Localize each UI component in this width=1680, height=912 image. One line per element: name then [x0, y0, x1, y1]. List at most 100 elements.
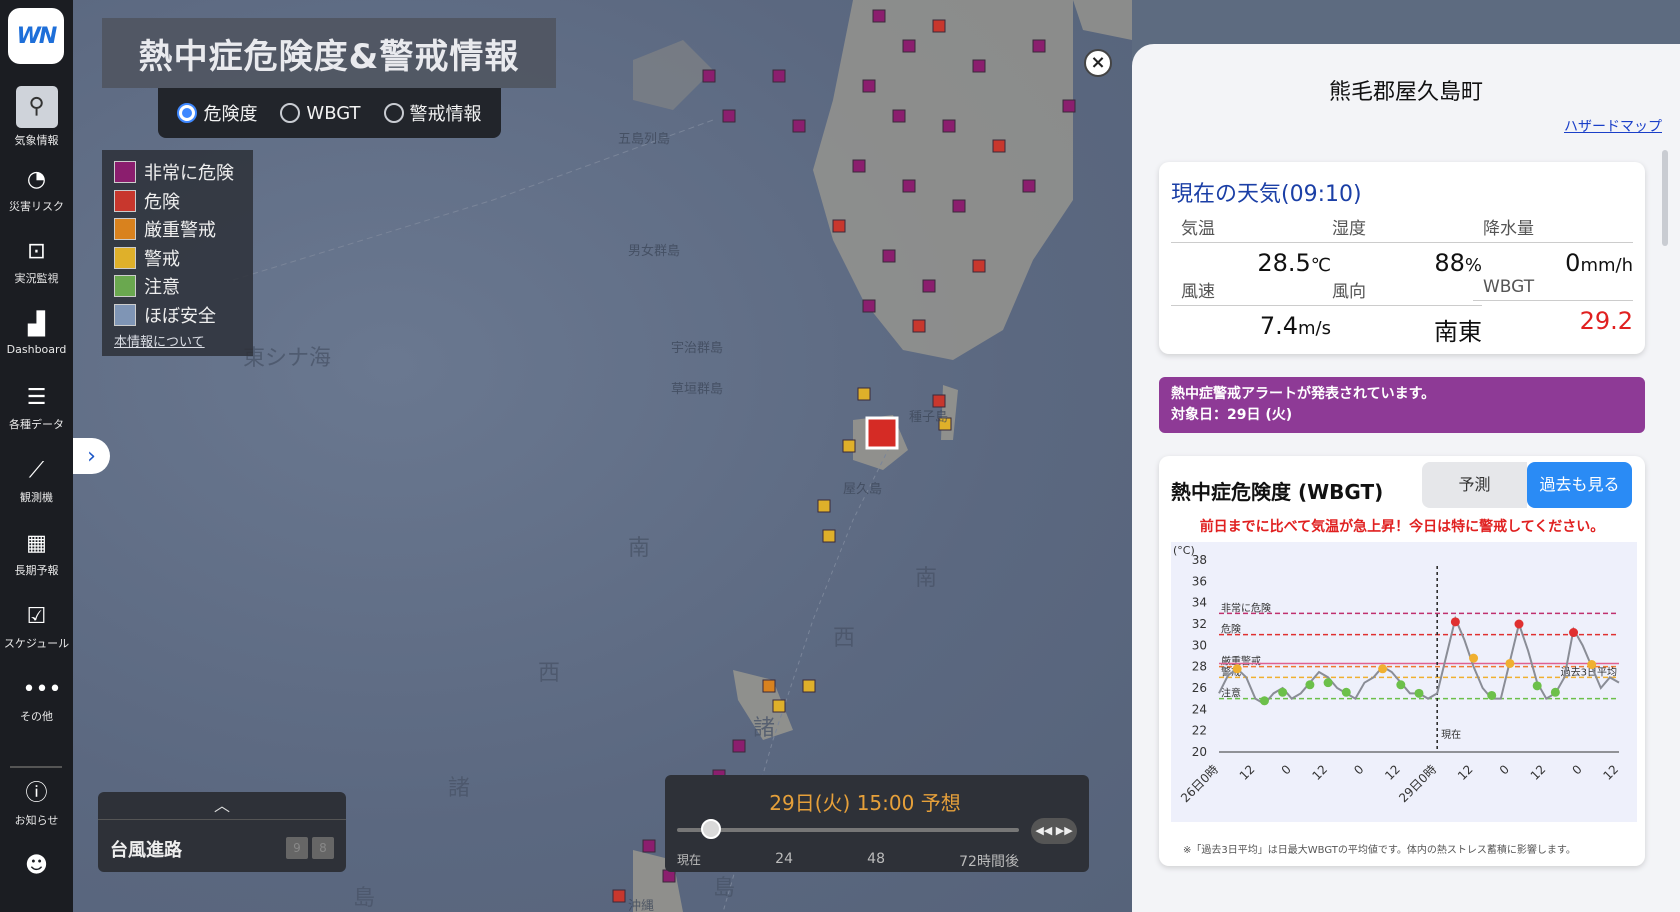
threshold-label: 厳重警戒: [1221, 655, 1261, 668]
wbgt-data-point: [1569, 628, 1579, 638]
place-label: 五島列島: [618, 132, 671, 147]
close-icon: ×: [1090, 52, 1106, 73]
now-label: 現在: [1441, 729, 1461, 741]
mode-radio-risk[interactable]: 危険度: [177, 100, 257, 126]
forecast-tab[interactable]: 予測: [1422, 462, 1527, 508]
nav-item-notice[interactable]: ⓘ お知らせ: [0, 780, 73, 828]
gauge-icon: ◔: [26, 167, 47, 192]
hazard-map-link[interactable]: ハザードマップ: [1564, 116, 1662, 136]
wbgt-data-point: [1450, 617, 1460, 627]
side-nav: WN ⚲ 気象情報 ◔ 災害リスク ⊡ 実況監視 ▟ Dashboard ☰ 各…: [0, 0, 73, 912]
weather-cell-precip: 降水量 0mm/h: [1473, 214, 1633, 277]
time-ticks: 現在 24 48 72時間後: [677, 851, 1019, 871]
legend-label: 注意: [144, 277, 180, 299]
step-buttons[interactable]: ◀◀ ▶▶: [1031, 818, 1077, 844]
wbgt-data-point: [1414, 688, 1424, 698]
nav-item-weather[interactable]: ⚲ 気象情報: [0, 86, 73, 148]
nav-item-long-forecast[interactable]: ▦ 長期予報: [0, 530, 73, 578]
threshold-label: 危険: [1221, 624, 1241, 636]
wbgt-data-point: [1259, 696, 1269, 706]
legend-item: ほぼ安全: [114, 301, 241, 330]
legend-swatch: [114, 246, 136, 269]
radio-dot: [383, 103, 404, 123]
legend-item: 注意: [114, 272, 241, 301]
alert-line: 熱中症警戒アラートが発表されています。: [1171, 386, 1436, 402]
nav-item-dashboard[interactable]: ▟ Dashboard: [0, 311, 73, 356]
bar-chart-icon: ▟: [28, 312, 45, 337]
info-icon: ⓘ: [25, 781, 48, 806]
typhoon-number-button[interactable]: 8: [312, 837, 334, 859]
logo-text: WN: [16, 23, 58, 49]
nav-label: 災害リスク: [9, 200, 64, 213]
chevron-up-icon[interactable]: ︿: [98, 792, 346, 820]
app-logo[interactable]: WN: [8, 8, 64, 64]
time-tick: 現在: [677, 853, 702, 867]
y-tick-label: 30: [1192, 638, 1207, 652]
wbgt-data-point: [1487, 690, 1497, 700]
heat-alert-banner: 熱中症警戒アラートが発表されています。 対象日：29日 (火): [1159, 377, 1645, 433]
sea-label: 南: [915, 566, 938, 591]
legend-label: 警戒: [144, 248, 180, 270]
nav-item-disaster-risk[interactable]: ◔ 災害リスク: [0, 166, 73, 214]
legend-label: 非常に危険: [144, 163, 234, 185]
mode-radio-alert[interactable]: 警戒情報: [383, 100, 482, 126]
show-past-button[interactable]: 過去も見る: [1527, 462, 1632, 508]
y-tick-label: 20: [1192, 745, 1207, 759]
legend-swatch: [114, 189, 136, 212]
weather-value: 88%: [1322, 249, 1482, 277]
nav-divider: [10, 766, 62, 768]
nav-item-monitor[interactable]: ⊡ 実況監視: [0, 238, 73, 286]
weather-key: 風向: [1322, 277, 1482, 306]
nav-label: 長期予報: [14, 564, 59, 577]
user-menu-button[interactable]: ☻: [0, 852, 73, 884]
weather-cell-wbgt: WBGT 29.2: [1473, 277, 1633, 335]
nav-item-schedule[interactable]: ☑ スケジュール: [0, 603, 73, 651]
nav-item-data[interactable]: ☰ 各種データ: [0, 384, 73, 432]
y-tick-label: 22: [1192, 724, 1207, 738]
mode-radio-wbgt[interactable]: WBGT: [280, 103, 361, 124]
weather-cell-humidity: 湿度 88%: [1322, 214, 1482, 277]
weather-number: 88: [1434, 249, 1465, 277]
sea-label: 東シナ海: [243, 346, 332, 371]
nav-label: 気象情報: [14, 134, 59, 147]
nav-label: Dashboard: [6, 343, 67, 356]
nav-item-other[interactable]: ••• その他: [0, 676, 73, 724]
legend-swatch: [114, 275, 136, 298]
more-icon: •••: [22, 677, 62, 702]
place-label: 宇治群島: [671, 341, 724, 356]
info-about-link[interactable]: 本情報について: [114, 331, 241, 350]
weather-value: 南東: [1322, 312, 1482, 347]
panel-scrollbar[interactable]: [1662, 150, 1668, 246]
typhoon-panel: ︿ 台風進路 9 8: [98, 792, 346, 872]
weather-key: WBGT: [1473, 277, 1633, 301]
time-slider-panel: 29日(火) 15:00 予想 ◀◀ ▶▶ 現在 24 48 72時間後: [665, 775, 1089, 872]
map-pin-icon: ⚲: [15, 86, 58, 128]
y-tick-label: 24: [1192, 702, 1207, 716]
weather-number: 28.5: [1257, 249, 1311, 277]
typhoon-numbers: 9 8: [286, 837, 334, 859]
avg3-label: 過去3日平均: [1561, 666, 1617, 678]
close-panel-button[interactable]: ×: [1084, 49, 1112, 77]
place-label: 草垣群島: [671, 382, 724, 397]
place-label: 男女群島: [628, 244, 681, 259]
shikoku-land: [1073, 0, 1132, 40]
wbgt-data-point: [1532, 681, 1542, 691]
wbgt-data-point: [1232, 664, 1242, 674]
time-tick: 48: [867, 851, 885, 867]
sea-label: 西: [538, 661, 561, 686]
current-weather-card: 現在の天気(09:10) 気温 28.5℃ 湿度 88% 降水量 0mm/h 風…: [1159, 162, 1645, 354]
expand-panel-button[interactable]: ›: [73, 438, 110, 474]
place-label: 沖縄: [628, 899, 655, 912]
wbgt-chart: (°C)38363432302826242220非常に危険危険厳重警戒警戒注意過…: [1171, 542, 1637, 822]
legend-item: 厳重警戒: [114, 215, 241, 244]
wbgt-data-point: [1505, 658, 1515, 668]
nav-item-observation[interactable]: ⟋ 観測機: [0, 457, 73, 505]
time-slider-handle[interactable]: [701, 819, 721, 839]
time-slider-track[interactable]: [677, 828, 1019, 832]
wbgt-view-toggle: 予測 過去も見る: [1422, 462, 1632, 508]
current-weather-title: 現在の天気(09:10): [1171, 182, 1362, 207]
wbgt-data-point: [1550, 687, 1560, 697]
calendar-icon: ▦: [26, 531, 47, 556]
legend-swatch: [114, 161, 136, 184]
typhoon-number-button[interactable]: 9: [286, 837, 308, 859]
